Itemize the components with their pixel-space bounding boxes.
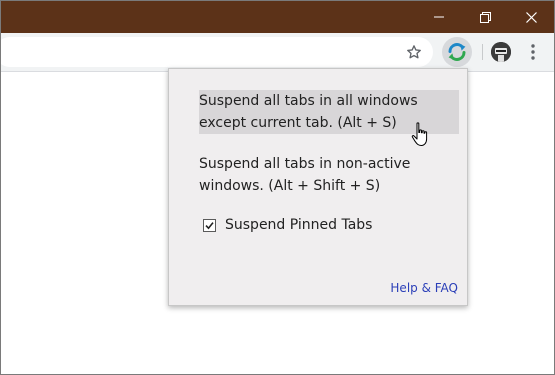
chrome-menu-button[interactable]: [523, 42, 543, 62]
browser-toolbar: [1, 33, 554, 72]
star-outline-icon: [407, 45, 421, 59]
checkmark-icon: [205, 221, 214, 229]
extension-popup: Suspend all tabs in all windows except c…: [168, 68, 468, 306]
tab-suspender-extension-button[interactable]: [442, 37, 472, 67]
minimize-icon: [434, 16, 444, 18]
help-faq-link[interactable]: Help & FAQ: [390, 281, 458, 295]
restore-icon: [479, 11, 491, 23]
suspend-all-tabs-label: Suspend all tabs in all windows except c…: [199, 93, 418, 131]
title-bar: [1, 1, 554, 33]
restore-button[interactable]: [462, 1, 508, 33]
tab-suspender-refresh-icon: [448, 43, 466, 61]
suspend-pinned-checkbox[interactable]: [203, 218, 216, 232]
suspend-pinned-tabs-option[interactable]: Suspend Pinned Tabs: [203, 214, 372, 236]
avatar-icon: [491, 42, 511, 62]
close-icon: [525, 11, 537, 23]
suspend-pinned-label: Suspend Pinned Tabs: [225, 217, 373, 233]
browser-window: Suspend all tabs in all windows except c…: [0, 0, 555, 375]
address-bar[interactable]: [1, 37, 433, 67]
close-button[interactable]: [508, 1, 554, 33]
toolbar-divider: [482, 44, 483, 60]
minimize-button[interactable]: [416, 1, 462, 33]
suspend-non-active-label: Suspend all tabs in non-active windows. …: [199, 156, 411, 194]
profile-avatar[interactable]: [491, 42, 511, 62]
vertical-dots-icon: [531, 44, 535, 60]
bookmark-button[interactable]: [404, 42, 424, 62]
hand-pointer-icon: [411, 122, 428, 146]
suspend-non-active-windows-item[interactable]: Suspend all tabs in non-active windows. …: [199, 153, 459, 197]
